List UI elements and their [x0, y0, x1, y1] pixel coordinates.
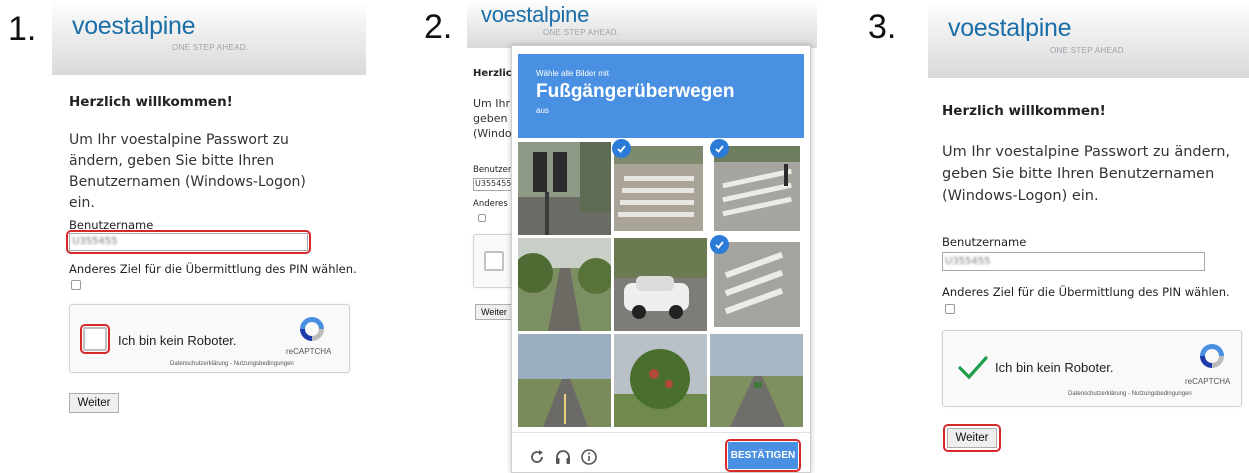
- username-input[interactable]: U355455: [942, 252, 1205, 271]
- confirm-button-highlight: [725, 439, 801, 472]
- alt-target-label-partial: Anderes: [473, 199, 508, 209]
- challenge-header: Wähle alle Bilder mit Fußgängerüberwegen…: [518, 54, 804, 138]
- username-label-partial: Benutzer: [473, 165, 512, 175]
- challenge-tile-8[interactable]: [614, 334, 707, 427]
- voestalpine-logo: voestalpine: [481, 2, 589, 27]
- brand-banner: voestalpine ONE STEP AHEAD.: [467, 0, 817, 48]
- tile-6-selected-check-icon: [710, 235, 729, 254]
- username-value-blurred: U355455: [945, 256, 991, 267]
- username-value: U355455: [475, 179, 512, 188]
- challenge-tile-9[interactable]: [710, 334, 803, 427]
- challenge-tile-6[interactable]: [714, 242, 800, 327]
- brand-banner: voestalpine ONE STEP AHEAD.: [928, 0, 1249, 78]
- alt-target-label: Anderes Ziel für die Übermittlung des PI…: [942, 285, 1230, 299]
- reload-icon[interactable]: [528, 448, 546, 470]
- recaptcha-challenge-popup: Wähle alle Bilder mit Fußgängerüberwegen…: [511, 45, 811, 473]
- challenge-tile-2[interactable]: [614, 146, 703, 231]
- challenge-tile-3[interactable]: [714, 146, 800, 231]
- step-number-2: 2.: [424, 8, 453, 46]
- alt-target-checkbox[interactable]: [71, 280, 81, 290]
- challenge-image-grid: [518, 139, 804, 428]
- alt-target-checkbox[interactable]: [945, 304, 955, 314]
- tagline: ONE STEP AHEAD.: [172, 43, 249, 52]
- recaptcha-brand: reCAPTCHA: [286, 347, 332, 356]
- intro-text: Um Ihr voestalpine Passwort zu ändern, g…: [942, 144, 1231, 204]
- challenge-suffix: aus: [536, 106, 549, 115]
- recaptcha-widget: Ich bin kein Roboter. reCAPTCHA Datensch…: [69, 304, 350, 373]
- tile-2-selected-check-icon: [612, 139, 631, 158]
- step-number-3: 3.: [868, 8, 897, 46]
- panel-step-2: voestalpine ONE STEP AHEAD. Herzlich Um …: [467, 0, 817, 473]
- audio-challenge-icon[interactable]: [554, 448, 572, 470]
- panel-step-3: voestalpine ONE STEP AHEAD. Herzlich wil…: [928, 0, 1249, 473]
- intro-line-1: Um Ihr: [473, 97, 511, 110]
- welcome-heading: Herzlich willkommen!: [69, 94, 233, 110]
- recaptcha-logo-icon: [1197, 341, 1227, 375]
- username-label: Benutzername: [942, 235, 1027, 249]
- tile-3-selected-check-icon: [710, 139, 729, 158]
- recaptcha-label: Ich bin kein Roboter.: [995, 360, 1114, 375]
- username-highlight: [66, 230, 311, 254]
- challenge-instruction: Wähle alle Bilder mit: [536, 69, 609, 78]
- recaptcha-logo-icon: [297, 314, 327, 348]
- recaptcha-label: Ich bin kein Roboter.: [118, 333, 237, 348]
- weiter-button-partial[interactable]: Weiter: [475, 304, 513, 320]
- recaptcha-legal-links[interactable]: Datenschutzerklärung - Nutzungsbedingung…: [1068, 391, 1192, 397]
- alt-target-label: Anderes Ziel für die Übermittlung des PI…: [69, 262, 357, 276]
- step-number-1: 1.: [8, 10, 37, 48]
- recaptcha-widget: Ich bin kein Roboter. reCAPTCHA Datensch…: [942, 330, 1242, 407]
- brand-banner: voestalpine ONE STEP AHEAD.: [52, 0, 366, 75]
- tagline: ONE STEP AHEAD.: [1050, 46, 1127, 55]
- recaptcha-checkbox-highlight: [80, 324, 110, 354]
- recaptcha-brand: reCAPTCHA: [1185, 377, 1231, 386]
- challenge-tile-4[interactable]: [518, 238, 611, 331]
- challenge-object: Fußgängerüberwegen: [536, 81, 735, 102]
- recaptcha-checked-icon[interactable]: [957, 355, 989, 385]
- voestalpine-logo: voestalpine: [72, 12, 196, 40]
- tagline: ONE STEP AHEAD.: [543, 28, 620, 37]
- alt-target-checkbox[interactable]: [478, 214, 486, 222]
- challenge-tile-7[interactable]: [518, 334, 611, 427]
- weiter-button[interactable]: Weiter: [69, 393, 119, 413]
- challenge-tile-5[interactable]: [614, 238, 707, 331]
- info-icon[interactable]: [580, 448, 598, 470]
- intro-line-3: (Windo: [473, 127, 512, 140]
- recaptcha-checkbox[interactable]: [484, 251, 504, 271]
- challenge-tile-1[interactable]: [518, 142, 611, 235]
- welcome-heading: Herzlich willkommen!: [942, 103, 1106, 119]
- challenge-footer-divider: [512, 432, 810, 433]
- intro-text: Um Ihr voestalpine Passwort zu ändern, g…: [69, 132, 306, 211]
- panel-step-1: voestalpine ONE STEP AHEAD. Herzlich wil…: [52, 0, 366, 473]
- voestalpine-logo: voestalpine: [948, 14, 1072, 42]
- recaptcha-legal-links[interactable]: Datenschutzerklärung - Nutzungsbedingung…: [170, 361, 294, 367]
- weiter-button-highlight: [943, 424, 1001, 452]
